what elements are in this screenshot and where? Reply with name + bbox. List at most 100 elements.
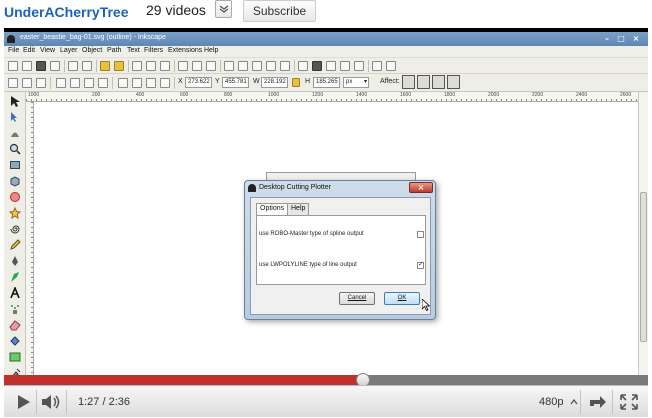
menu-edit: Edit: [23, 47, 36, 54]
option-robo-master-label: use ROBO-Master type of spline output: [259, 231, 364, 237]
w-field[interactable]: 228.192: [261, 77, 288, 88]
h-label: H: [305, 78, 311, 85]
transform-patterns-toggle[interactable]: [447, 75, 460, 89]
ellipse-tool-icon[interactable]: [9, 191, 21, 203]
unlink-clone-icon: [252, 61, 262, 71]
scale-corners-toggle[interactable]: [417, 75, 430, 89]
open-icon: [22, 61, 32, 71]
h-field[interactable]: 185.265: [313, 77, 340, 88]
flip-horizontal-icon: [84, 78, 94, 88]
menu-extensions: Extensions: [168, 47, 203, 54]
duplicate-icon: [224, 61, 234, 71]
popout-icon[interactable]: [584, 386, 610, 418]
subscribe-button[interactable]: Subscribe: [243, 0, 316, 22]
pencil-tool-icon[interactable]: [9, 239, 21, 251]
ungroup-icon: [280, 61, 290, 71]
menu-object: Object: [82, 47, 103, 54]
vertical-ruler: [26, 102, 34, 382]
dialog-title: Desktop Cutting Plotter: [259, 184, 331, 191]
ruler-label: 2000: [488, 92, 500, 98]
lower-icon: [146, 78, 156, 88]
menu-view: View: [40, 47, 56, 54]
selector-tool-icon[interactable]: [9, 95, 21, 107]
zoom-page-icon: [206, 61, 216, 71]
menu-layer: Layer: [60, 47, 78, 54]
print-icon: [50, 61, 60, 71]
tweak-tool-icon[interactable]: [9, 127, 21, 139]
dialog-close-button[interactable]: ×: [409, 182, 433, 193]
fullscreen-icon[interactable]: [616, 386, 642, 418]
menu-help: Help: [204, 47, 219, 54]
y-field[interactable]: 455.781: [222, 77, 249, 88]
copy-icon: [132, 61, 142, 71]
paint-bucket-tool-icon[interactable]: [9, 335, 21, 347]
commands-toolbar: [4, 58, 648, 74]
preferences-icon: [354, 61, 364, 71]
ruler-label: 2600: [620, 92, 632, 98]
eraser-tool-icon[interactable]: [9, 319, 21, 331]
raise-icon: [132, 78, 142, 88]
fill-stroke-icon: [298, 61, 308, 71]
lock-icon[interactable]: [292, 78, 300, 87]
option-lwpolyline-label: use LWPOLYLINE type of line output: [259, 262, 357, 268]
zoom-tool-icon[interactable]: [9, 143, 21, 155]
star-tool-icon[interactable]: [9, 207, 21, 219]
rotate-cw-icon: [70, 78, 80, 88]
dialog-body: Options Help use ROBO-Master type of spl…: [250, 197, 431, 315]
ok-button[interactable]: OK: [384, 292, 420, 305]
videos-dropdown-button[interactable]: [215, 0, 232, 18]
xml-editor-icon: [326, 61, 336, 71]
minimize-icon: –: [605, 34, 609, 43]
spiral-tool-icon[interactable]: [9, 223, 21, 235]
scale-stroke-toggle[interactable]: [402, 75, 415, 89]
chevron-down-icon: [219, 5, 229, 13]
video-screen[interactable]: easter_beastie_bag-01.svg (outline) - In…: [4, 32, 648, 405]
toolbox: [4, 92, 26, 386]
menu-filters: Filters: [144, 47, 164, 54]
paste-icon: [160, 61, 170, 71]
vertical-scrollbar[interactable]: [638, 92, 648, 386]
unit-select[interactable]: px ▾: [343, 77, 369, 88]
calligraphy-tool-icon[interactable]: [9, 271, 21, 283]
spray-tool-icon[interactable]: [9, 303, 21, 315]
ruler-label: 1000: [28, 92, 40, 98]
gradient-tool-icon[interactable]: [9, 351, 21, 363]
rectangle-tool-icon[interactable]: [9, 159, 21, 171]
window-title: easter_beastie_bag-01.svg (outline) - In…: [20, 34, 166, 41]
quality-button[interactable]: 480p: [539, 396, 563, 408]
ruler-label: 2200: [532, 92, 544, 98]
maximize-icon: □: [617, 34, 625, 43]
text-tool-icon[interactable]: [9, 287, 21, 299]
transform-icon: [386, 61, 396, 71]
3d-box-tool-icon[interactable]: [9, 175, 21, 187]
pen-tool-icon[interactable]: [9, 255, 21, 267]
ruler-label: 1800: [444, 92, 456, 98]
node-tool-icon[interactable]: [9, 111, 21, 123]
channel-name-link[interactable]: UnderACherryTree: [4, 4, 129, 20]
x-field[interactable]: 273.622: [185, 77, 212, 88]
tab-help[interactable]: Help: [287, 203, 310, 215]
time-display: 1:27 / 2:36: [78, 396, 130, 408]
scrollbar-thumb[interactable]: [640, 192, 647, 342]
lwpolyline-checkbox[interactable]: [417, 260, 424, 269]
chevron-down-icon: ▾: [363, 79, 367, 85]
y-label: Y: [215, 78, 220, 85]
menu-file: File: [8, 47, 20, 54]
robo-master-checkbox[interactable]: [417, 231, 424, 238]
ruler-label: 200: [92, 92, 101, 98]
channel-bar: UnderACherryTree 29 videos Subscribe: [0, 0, 652, 28]
menubar: File Edit View Layer Object Path Text Fi…: [4, 46, 648, 58]
play-button[interactable]: [10, 386, 36, 418]
cancel-button[interactable]: Cancel: [339, 292, 375, 305]
affect-label: Affect:: [380, 78, 400, 85]
ruler-label: 1600: [400, 92, 412, 98]
w-label: W: [253, 78, 260, 85]
cut-icon: [146, 61, 156, 71]
progress-played: [4, 375, 363, 385]
unit-value: px: [346, 79, 353, 85]
cutting-plotter-dialog: Desktop Cutting Plotter × Options Help u…: [244, 180, 436, 320]
video-player[interactable]: easter_beastie_bag-01.svg (outline) - In…: [4, 28, 648, 417]
volume-icon[interactable]: [38, 386, 64, 418]
progress-bar[interactable]: [4, 373, 648, 387]
transform-gradients-toggle[interactable]: [432, 75, 445, 89]
